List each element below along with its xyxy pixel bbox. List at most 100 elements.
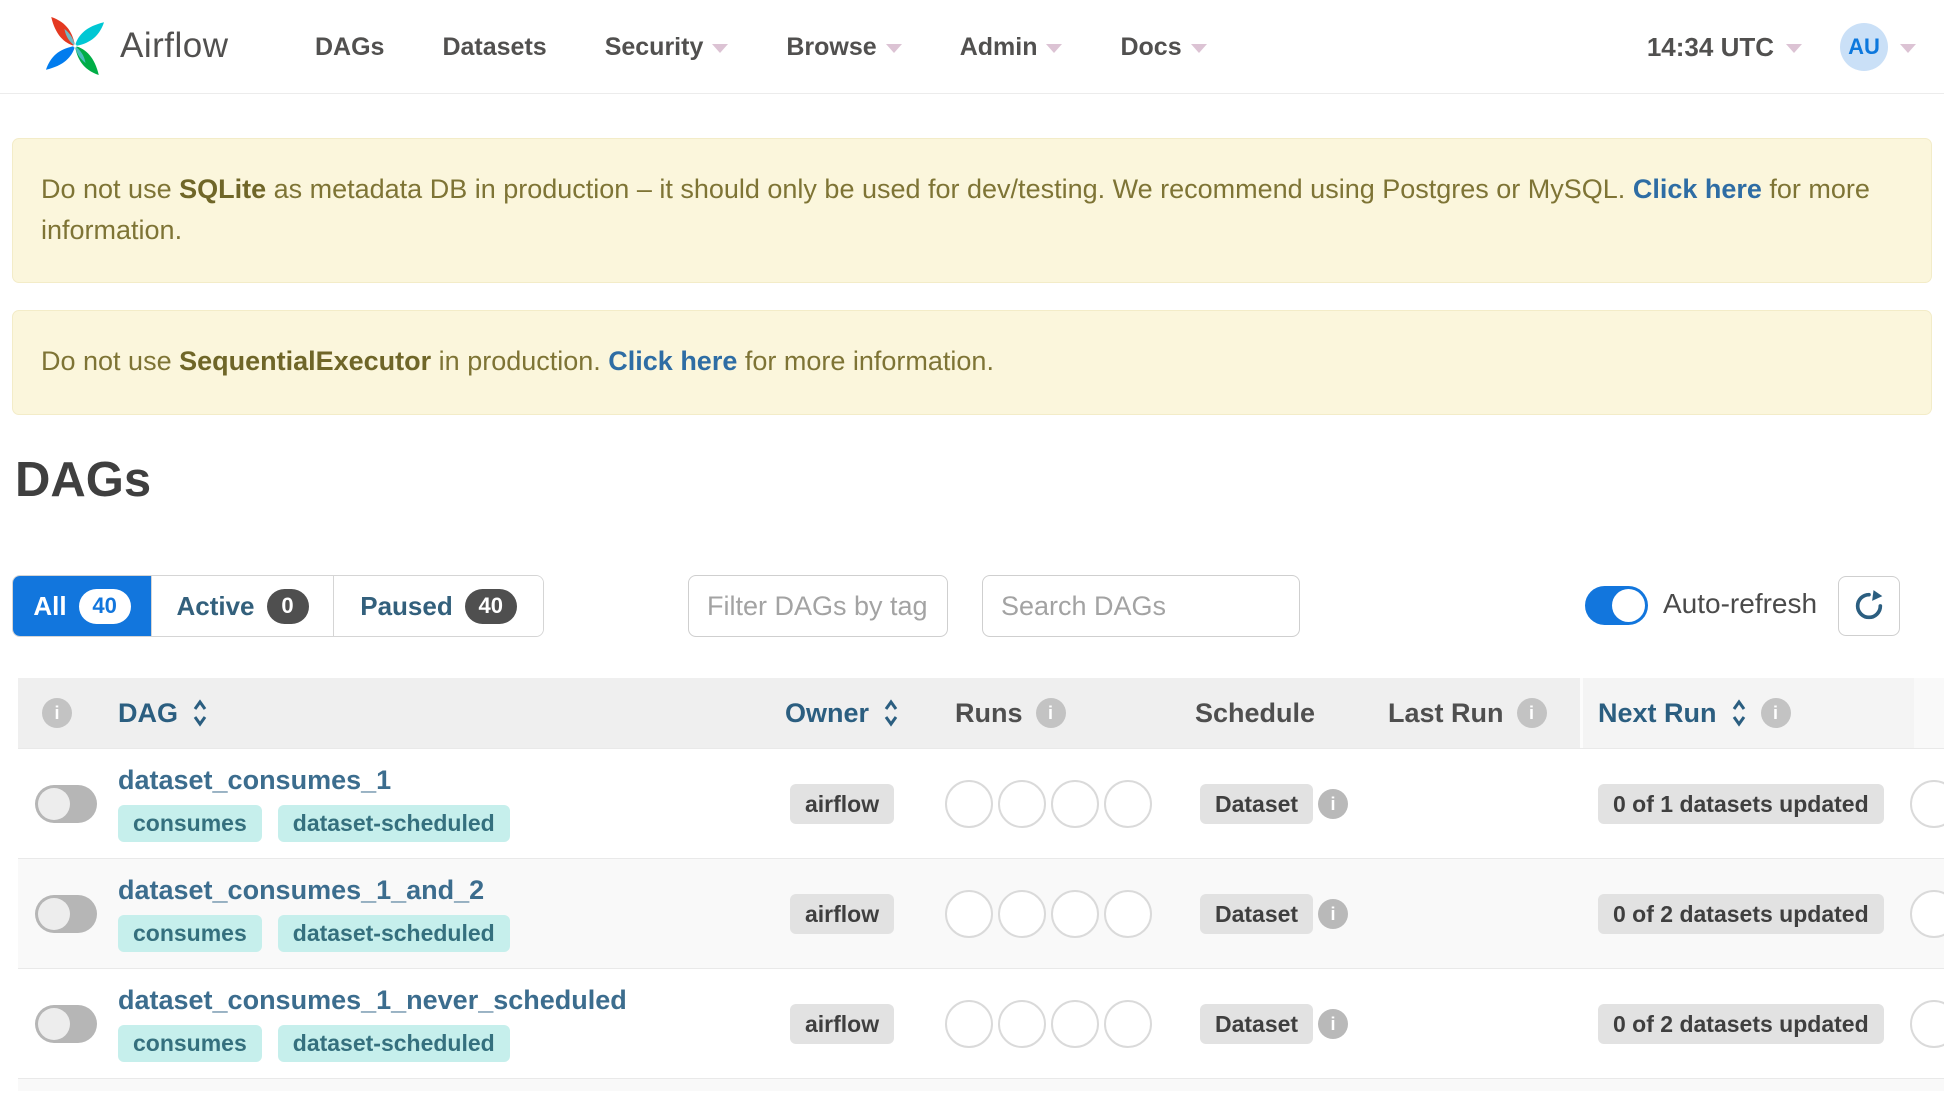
run-status-circle[interactable] xyxy=(1104,890,1152,938)
header-edge-sliver xyxy=(1914,678,1944,748)
next-run-badge: 0 of 1 datasets updated xyxy=(1598,784,1884,824)
owner-badge[interactable]: airflow xyxy=(790,1004,895,1044)
run-status-circle[interactable] xyxy=(998,780,1046,828)
avatar[interactable]: AU xyxy=(1840,23,1888,71)
table-header: DAG Owner Runs Schedule Last Run Next Ru… xyxy=(18,678,1944,748)
info-icon[interactable] xyxy=(1516,698,1547,728)
tab-paused[interactable]: Paused 40 xyxy=(334,576,543,636)
nav-docs[interactable]: Docs xyxy=(1120,33,1207,62)
run-status-circle[interactable] xyxy=(945,890,993,938)
chevron-down-icon xyxy=(885,44,902,53)
chevron-down-icon[interactable] xyxy=(1786,44,1802,53)
dag-pause-toggle[interactable] xyxy=(35,895,97,933)
brand-wordmark: Airflow xyxy=(120,26,229,65)
schedule-badge[interactable]: Dataset xyxy=(1200,1004,1314,1044)
nav-datasets[interactable]: Datasets xyxy=(442,33,546,62)
next-run-badge: 0 of 2 datasets updated xyxy=(1598,894,1884,934)
dag-link[interactable]: dataset_consumes_1_never_scheduled xyxy=(118,985,627,1016)
search-dags-input[interactable] xyxy=(982,575,1300,637)
owner-badge[interactable]: airflow xyxy=(790,784,895,824)
sqlite-strong: SQLite xyxy=(179,174,267,204)
dag-tags: consumes dataset-scheduled xyxy=(118,1025,510,1062)
navbar-right: 14:34 UTC AU xyxy=(1647,0,1916,94)
table-row-partial xyxy=(18,1078,1944,1091)
info-icon[interactable] xyxy=(42,698,72,728)
sort-icon[interactable] xyxy=(191,698,209,728)
nav-dags[interactable]: DAGs xyxy=(315,33,384,62)
sort-icon[interactable] xyxy=(882,698,900,728)
chevron-down-icon[interactable] xyxy=(1900,44,1916,53)
nav-admin[interactable]: Admin xyxy=(960,33,1063,62)
tag-dataset-scheduled[interactable]: dataset-scheduled xyxy=(277,915,510,952)
tag-consumes[interactable]: consumes xyxy=(118,915,262,952)
task-status-circle[interactable] xyxy=(1910,780,1944,828)
nav-security[interactable]: Security xyxy=(605,33,729,62)
schedule-badge[interactable]: Dataset xyxy=(1200,784,1314,824)
airflow-dags-page: Airflow DAGs Datasets Security Browse Ad… xyxy=(0,0,1944,1096)
table-row: dataset_consumes_1_never_scheduled consu… xyxy=(18,968,1944,1078)
info-icon[interactable] xyxy=(1318,899,1348,929)
dag-tags: consumes dataset-scheduled xyxy=(118,805,510,842)
run-status-circles xyxy=(945,780,1152,828)
filter-tags-input[interactable] xyxy=(688,575,948,637)
info-icon[interactable] xyxy=(1035,698,1066,728)
toggle-knob xyxy=(38,788,70,820)
run-status-circle[interactable] xyxy=(998,1000,1046,1048)
nav-browse[interactable]: Browse xyxy=(786,33,902,62)
table-row: dataset_consumes_1 consumes dataset-sche… xyxy=(18,748,1944,858)
next-run-badge: 0 of 2 datasets updated xyxy=(1598,1004,1884,1044)
column-header-owner[interactable]: Owner xyxy=(785,678,900,748)
column-header-schedule: Schedule xyxy=(1195,697,1316,728)
owner-badge[interactable]: airflow xyxy=(790,894,895,934)
run-status-circle[interactable] xyxy=(998,890,1046,938)
dag-link[interactable]: dataset_consumes_1_and_2 xyxy=(118,875,484,906)
toggle-knob xyxy=(1612,589,1645,622)
sort-icon[interactable] xyxy=(1730,698,1748,728)
info-icon[interactable] xyxy=(1318,789,1348,819)
auto-refresh-toggle[interactable] xyxy=(1585,586,1648,625)
chevron-down-icon xyxy=(712,44,729,53)
dag-tags: consumes dataset-scheduled xyxy=(118,915,510,952)
info-icon[interactable] xyxy=(1760,698,1791,728)
airflow-brand[interactable]: Airflow xyxy=(42,13,229,79)
run-status-circle[interactable] xyxy=(945,1000,993,1048)
chevron-down-icon xyxy=(1190,44,1207,53)
refresh-icon xyxy=(1855,590,1883,620)
run-status-circle[interactable] xyxy=(1104,780,1152,828)
chevron-down-icon xyxy=(1046,44,1063,53)
run-status-circle[interactable] xyxy=(1104,1000,1152,1048)
tag-dataset-scheduled[interactable]: dataset-scheduled xyxy=(277,805,510,842)
tag-consumes[interactable]: consumes xyxy=(118,1025,262,1062)
clock-display[interactable]: 14:34 UTC xyxy=(1647,32,1774,63)
tab-active[interactable]: Active 0 xyxy=(152,576,334,636)
paused-count-badge: 40 xyxy=(464,588,517,624)
tag-consumes[interactable]: consumes xyxy=(118,805,262,842)
tab-all[interactable]: All 40 xyxy=(13,576,152,636)
run-status-circle[interactable] xyxy=(945,780,993,828)
executor-click-here-link[interactable]: Click here xyxy=(608,346,737,376)
sqlite-click-here-link[interactable]: Click here xyxy=(1633,174,1762,204)
run-status-circles xyxy=(945,1000,1152,1048)
task-status-circle[interactable] xyxy=(1910,890,1944,938)
executor-strong: SequentialExecutor xyxy=(179,346,432,376)
column-header-last-run: Last Run xyxy=(1388,678,1547,748)
task-status-circle[interactable] xyxy=(1910,1000,1944,1048)
column-header-runs: Runs xyxy=(955,678,1066,748)
run-status-circle[interactable] xyxy=(1051,890,1099,938)
column-header-next-run[interactable]: Next Run xyxy=(1598,678,1791,748)
run-status-circle[interactable] xyxy=(1051,780,1099,828)
column-header-dag[interactable]: DAG xyxy=(118,678,209,748)
run-status-circle[interactable] xyxy=(1051,1000,1099,1048)
refresh-button[interactable] xyxy=(1838,576,1900,636)
all-count-badge: 40 xyxy=(78,588,131,624)
dag-link[interactable]: dataset_consumes_1 xyxy=(118,765,391,796)
dag-pause-toggle[interactable] xyxy=(35,785,97,823)
auto-refresh-label: Auto-refresh xyxy=(1663,588,1818,619)
toggle-knob xyxy=(38,1008,70,1040)
info-icon[interactable] xyxy=(1318,1009,1348,1039)
schedule-badge[interactable]: Dataset xyxy=(1200,894,1314,934)
column-header-next-run-cell: Next Run xyxy=(1580,678,1914,748)
dag-pause-toggle[interactable] xyxy=(35,1005,97,1043)
dags-table: DAG Owner Runs Schedule Last Run Next Ru… xyxy=(18,678,1944,1091)
tag-dataset-scheduled[interactable]: dataset-scheduled xyxy=(277,1025,510,1062)
